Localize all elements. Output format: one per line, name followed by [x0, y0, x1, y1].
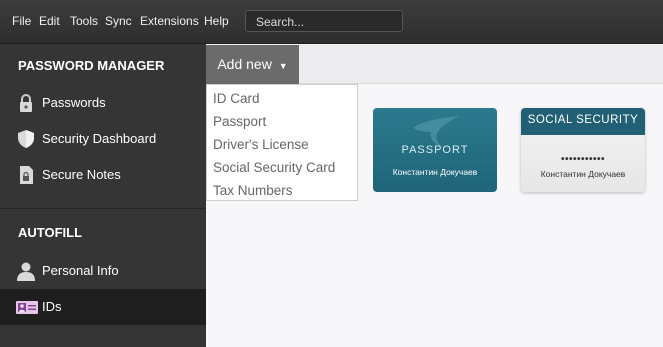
menu-file[interactable]: File — [12, 14, 31, 28]
person-icon — [16, 261, 36, 281]
search-input[interactable]: Search... — [245, 10, 403, 32]
menu-item-social-security-card[interactable]: Social Security Card — [213, 160, 335, 175]
menu-item-tax-numbers[interactable]: Tax Numbers — [213, 183, 293, 198]
chevron-down-icon: ▼ — [278, 61, 288, 71]
add-new-label: Add new — [217, 56, 272, 72]
sidebar-item-secure-notes[interactable]: Secure Notes — [0, 157, 206, 193]
add-new-button[interactable]: Add new ▼ — [206, 45, 299, 84]
menu-item-passport[interactable]: Passport — [213, 114, 266, 129]
social-security-card[interactable]: SOCIAL SECURITY ••••••••••• Константин Д… — [521, 108, 645, 192]
note-lock-icon — [16, 165, 36, 185]
lock-icon — [16, 93, 36, 113]
sidebar-item-personal-info[interactable]: Personal Info — [0, 253, 206, 289]
id-card-icon — [16, 297, 38, 317]
shield-icon — [16, 129, 36, 149]
sidebar-item-passwords[interactable]: Passwords — [0, 85, 206, 121]
menu-help[interactable]: Help — [204, 14, 229, 28]
menu-extensions[interactable]: Extensions — [140, 14, 199, 28]
menu-item-id-card[interactable]: ID Card — [213, 91, 260, 106]
sidebar-item-label: IDs — [42, 299, 62, 314]
menu-edit[interactable]: Edit — [39, 14, 60, 28]
sidebar-item-label: Secure Notes — [42, 167, 121, 182]
toolbar: Add new ▼ — [206, 45, 663, 84]
menu-sync[interactable]: Sync — [105, 14, 132, 28]
sidebar-item-security-dashboard[interactable]: Security Dashboard — [0, 121, 206, 157]
section-title-autofill: AUTOFILL — [18, 225, 83, 240]
section-title-password-manager: PASSWORD MANAGER — [18, 58, 165, 73]
sidebar-item-ids[interactable]: IDs — [0, 289, 206, 325]
sidebar-item-label: Security Dashboard — [42, 131, 157, 146]
add-new-dropdown-menu: ID Card Passport Driver's License Social… — [206, 84, 358, 201]
passport-card-holder-name: Константин Докучаев — [392, 167, 478, 177]
social-security-card-header: SOCIAL SECURITY — [521, 108, 645, 135]
passport-card[interactable]: PASSPORT Константин Докучаев — [373, 108, 497, 192]
social-security-card-title: SOCIAL SECURITY — [527, 114, 639, 126]
menu-tools[interactable]: Tools — [70, 14, 98, 28]
social-security-masked-number: ••••••••••• — [560, 154, 605, 165]
sidebar-item-label: Personal Info — [42, 263, 119, 278]
passport-card-title: PASSPORT — [401, 144, 469, 156]
menu-bar: File Edit Tools Sync Extensions Help Sea… — [0, 0, 663, 44]
eagle-emblem-icon — [413, 116, 459, 147]
menu-item-drivers-license[interactable]: Driver's License — [213, 137, 309, 152]
sidebar-item-label: Passwords — [42, 95, 106, 110]
sidebar-divider — [0, 208, 206, 209]
sidebar: PASSWORD MANAGER Passwords Security Dash… — [0, 44, 206, 347]
social-security-card-holder-name: Константин Докучаев — [540, 169, 626, 179]
